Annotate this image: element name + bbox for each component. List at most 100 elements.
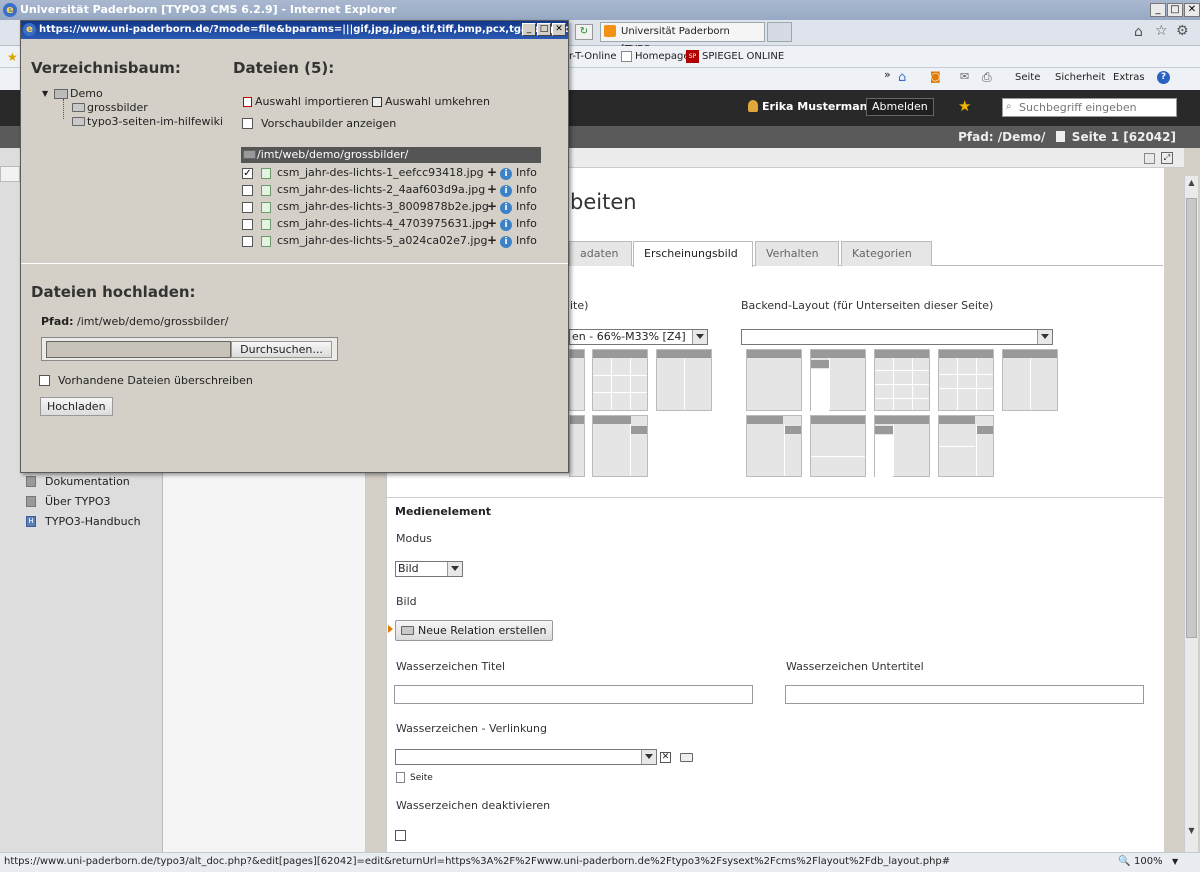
- modus-select[interactable]: Bild: [395, 561, 463, 577]
- layout-thumbnail[interactable]: [569, 415, 585, 477]
- show-thumbnails-checkbox[interactable]: [242, 118, 253, 129]
- upload-button[interactable]: Hochladen: [40, 397, 113, 416]
- info-link[interactable]: Info: [516, 200, 537, 213]
- layout-thumbnail[interactable]: [874, 415, 930, 477]
- file-row[interactable]: csm_jahr-des-lichts-5_a024ca02e7.jpg + i…: [241, 233, 541, 250]
- layout-thumbnail[interactable]: [746, 349, 802, 411]
- layout-thumbnail[interactable]: [592, 415, 648, 477]
- favorites-icon[interactable]: ★: [7, 46, 18, 68]
- info-link[interactable]: Info: [516, 217, 537, 230]
- layout-thumbnail[interactable]: [592, 349, 648, 411]
- browse-button[interactable]: Durchsuchen...: [231, 341, 332, 358]
- file-checkbox[interactable]: [242, 185, 253, 196]
- add-icon[interactable]: [1144, 153, 1155, 164]
- invert-selection-link[interactable]: Auswahl umkehren: [385, 95, 490, 108]
- tree-folder-grossbilder[interactable]: grossbilder: [87, 101, 148, 114]
- refresh-icon[interactable]: ↻: [575, 24, 593, 40]
- info-link[interactable]: Info: [516, 183, 537, 196]
- info-icon[interactable]: i: [500, 236, 512, 248]
- maximize-icon[interactable]: □: [1167, 3, 1183, 17]
- zoom-level[interactable]: 100%: [1134, 853, 1163, 871]
- home-icon[interactable]: ⌂: [898, 70, 906, 85]
- layout-thumbnail[interactable]: [938, 415, 994, 477]
- help-icon[interactable]: ?: [1157, 71, 1170, 84]
- bookmark-star-icon[interactable]: ★: [958, 97, 971, 115]
- close-icon[interactable]: ✕: [1184, 3, 1200, 17]
- minimize-icon[interactable]: _: [522, 23, 536, 36]
- favorite-link[interactable]: r-T-Online: [569, 46, 617, 68]
- file-checkbox[interactable]: [242, 219, 253, 230]
- page-menu[interactable]: Seite: [1015, 72, 1040, 83]
- maximize-icon[interactable]: □: [537, 23, 551, 36]
- layout-thumbnail[interactable]: [810, 349, 866, 411]
- more-icon[interactable]: »: [884, 68, 891, 81]
- file-name[interactable]: csm_jahr-des-lichts-1_eefcc93418.jpg: [277, 166, 484, 179]
- tools-gear-icon[interactable]: ⚙: [1176, 23, 1189, 39]
- zoom-icon[interactable]: 🔍: [1118, 853, 1130, 871]
- layout-thumbnail[interactable]: [656, 349, 712, 411]
- chevron-down-icon[interactable]: ▼: [1172, 853, 1178, 871]
- scroll-up-icon[interactable]: ▲: [1186, 178, 1197, 192]
- clear-icon[interactable]: ✕: [660, 752, 671, 763]
- file-checkbox[interactable]: [242, 202, 253, 213]
- minimize-icon[interactable]: _: [1150, 3, 1166, 17]
- tab-appearance[interactable]: Erscheinungsbild: [633, 241, 753, 267]
- plus-icon[interactable]: +: [487, 233, 497, 247]
- close-icon[interactable]: ✕: [552, 23, 566, 36]
- info-link[interactable]: Info: [516, 234, 537, 247]
- search-input[interactable]: ⌕ Suchbegriff eingeben: [1002, 98, 1177, 117]
- info-icon[interactable]: i: [500, 168, 512, 180]
- watermark-title-input[interactable]: [394, 685, 753, 704]
- file-name[interactable]: csm_jahr-des-lichts-2_4aaf603d9a.jpg: [277, 183, 485, 196]
- layout-thumbnail[interactable]: [874, 349, 930, 411]
- import-selection-link[interactable]: Auswahl importieren: [255, 95, 369, 108]
- watermark-subtitle-input[interactable]: [785, 685, 1144, 704]
- fullscreen-icon[interactable]: ⤢: [1161, 152, 1173, 164]
- folder-icon[interactable]: [680, 753, 693, 762]
- layout-thumbnail[interactable]: [1002, 349, 1058, 411]
- favorite-link[interactable]: SPIEGEL ONLINE: [702, 46, 784, 68]
- file-checkbox[interactable]: [242, 236, 253, 247]
- scroll-thumb[interactable]: [1186, 198, 1197, 638]
- plus-icon[interactable]: +: [487, 182, 497, 196]
- scroll-down-icon[interactable]: ▼: [1186, 826, 1197, 840]
- file-row[interactable]: csm_jahr-des-lichts-4_4703975631.jpg + i…: [241, 216, 541, 233]
- info-icon[interactable]: i: [500, 202, 512, 214]
- overwrite-checkbox[interactable]: [39, 375, 50, 386]
- tab-categories[interactable]: Kategorien: [841, 241, 932, 266]
- menu-toggle[interactable]: [0, 166, 20, 182]
- info-icon[interactable]: i: [500, 185, 512, 197]
- layout-thumbnail[interactable]: [810, 415, 866, 477]
- browser-tab[interactable]: Universität Paderborn [TYPO...✕: [600, 22, 765, 55]
- file-name[interactable]: csm_jahr-des-lichts-3_8009878b2e.jpg: [277, 200, 489, 213]
- frontend-layout-select[interactable]: en - 66%-M33% [Z4]: [569, 329, 708, 345]
- logout-button[interactable]: Abmelden: [866, 98, 934, 116]
- menu-item-about[interactable]: Über TYPO3: [45, 495, 111, 508]
- file-row[interactable]: csm_jahr-des-lichts-3_8009878b2e.jpg + i…: [241, 199, 541, 216]
- tree-root[interactable]: Demo: [70, 87, 103, 100]
- menu-item-handbook[interactable]: TYPO3-Handbuch: [45, 515, 141, 528]
- page-link-label[interactable]: Seite: [410, 773, 433, 783]
- watermark-link-select[interactable]: [395, 749, 657, 765]
- expand-icon[interactable]: ▼: [42, 89, 48, 98]
- file-name[interactable]: csm_jahr-des-lichts-5_a024ca02e7.jpg: [277, 234, 487, 247]
- layout-thumbnail[interactable]: [938, 349, 994, 411]
- tab-behaviour[interactable]: Verhalten: [755, 241, 839, 266]
- extras-menu[interactable]: Extras: [1113, 72, 1145, 83]
- plus-icon[interactable]: +: [487, 199, 497, 213]
- user-name[interactable]: Erika Mustermann: [762, 100, 875, 113]
- tree-folder-hilfewiki[interactable]: typo3-seiten-im-hilfewiki: [87, 115, 223, 128]
- file-checkbox[interactable]: ✓: [242, 168, 253, 179]
- security-menu[interactable]: Sicherheit: [1055, 72, 1105, 83]
- new-relation-button[interactable]: Neue Relation erstellen: [395, 620, 554, 641]
- home-icon[interactable]: ⌂: [1134, 24, 1143, 40]
- file-row[interactable]: ✓ csm_jahr-des-lichts-1_eefcc93418.jpg +…: [241, 165, 541, 182]
- plus-icon[interactable]: +: [487, 165, 497, 179]
- layout-thumbnail[interactable]: [746, 415, 802, 477]
- layout-thumbnail[interactable]: [569, 349, 585, 411]
- file-name[interactable]: csm_jahr-des-lichts-4_4703975631.jpg: [277, 217, 489, 230]
- plus-icon[interactable]: +: [487, 216, 497, 230]
- new-tab-button[interactable]: [767, 22, 792, 42]
- vertical-scrollbar[interactable]: ▲ ▼: [1184, 176, 1198, 852]
- watermark-disable-checkbox[interactable]: [395, 830, 406, 841]
